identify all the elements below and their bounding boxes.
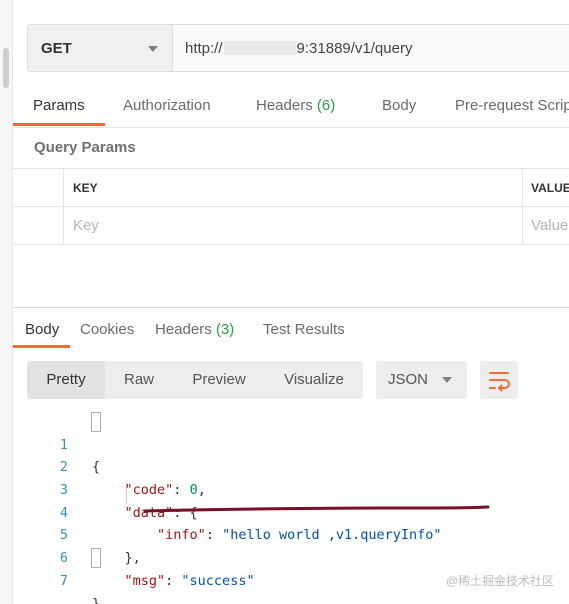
code-line: 1 {: [13, 411, 569, 475]
tab-params[interactable]: Params: [33, 86, 85, 126]
table-header-row: KEY VALUE: [13, 169, 569, 207]
value-placeholder: Value: [531, 217, 569, 234]
code-line: 6 "msg": "success": [13, 524, 569, 589]
tab-body[interactable]: Body: [382, 86, 416, 126]
value-header-label: VALUE: [531, 180, 569, 195]
tab-authorization[interactable]: Authorization: [123, 86, 211, 126]
response-body-viewer[interactable]: 1 { 2 "code": 0, 3 "data": { 4 "info": "…: [13, 411, 569, 604]
query-params-title: Query Params: [34, 139, 136, 156]
key-column-header: KEY: [64, 169, 523, 206]
tab-response-body[interactable]: Body: [25, 310, 59, 350]
code-text: }: [92, 593, 100, 604]
request-tabs: Params Authorization Headers (6) Body Pr…: [13, 86, 569, 128]
active-response-tab-indicator: [13, 345, 70, 348]
close-brace: }: [92, 595, 101, 604]
response-tabs: Body Cookies Headers (3) Test Results: [13, 310, 569, 348]
format-select[interactable]: JSON: [376, 361, 467, 399]
msg-key: "msg": [124, 572, 166, 589]
bracket-match-highlight: [91, 548, 101, 569]
method-select[interactable]: GET: [28, 25, 173, 71]
header-checkbox-cell: [13, 169, 64, 206]
tab-params-label: Params: [33, 97, 85, 114]
wrap-lines-button[interactable]: [480, 361, 518, 399]
raw-button[interactable]: Raw: [109, 361, 169, 399]
wrap-lines-icon: [489, 372, 510, 392]
tab-test-results[interactable]: Test Results: [263, 310, 345, 350]
active-tab-indicator: [13, 123, 105, 126]
pretty-button[interactable]: Pretty: [27, 361, 105, 399]
pane-divider[interactable]: [13, 307, 569, 308]
params-table: KEY VALUE Key Value: [13, 168, 569, 245]
tab-cookies-label: Cookies: [80, 321, 135, 338]
visualize-button[interactable]: Visualize: [271, 361, 357, 399]
value-input[interactable]: Value: [523, 207, 569, 244]
tab-pre-request-label: Pre-request Scrip: [455, 97, 569, 114]
tab-response-body-label: Body: [25, 321, 60, 338]
watermark: @稀土掘金技术社区: [445, 574, 554, 588]
tab-test-results-label: Test Results: [263, 321, 345, 338]
tab-body-label: Body: [382, 97, 417, 114]
tab-cookies[interactable]: Cookies: [80, 310, 134, 350]
format-label: JSON: [388, 371, 429, 388]
method-label: GET: [41, 39, 72, 57]
bracket-match-highlight: [91, 412, 101, 432]
tab-headers[interactable]: Headers (6): [256, 86, 335, 126]
request-bar: GET http:// 9:31889/v1/query: [27, 24, 569, 72]
url-prefix: http://: [185, 39, 223, 57]
url-input[interactable]: http:// 9:31889/v1/query: [173, 25, 569, 71]
chevron-down-icon: [442, 377, 452, 383]
code-line: 3 "data": {: [13, 456, 569, 521]
code-line: 7 }: [13, 547, 569, 604]
redacted-host: [223, 41, 296, 55]
tab-response-headers[interactable]: Headers (3): [155, 310, 234, 350]
tab-headers-label: Headers: [256, 97, 313, 114]
code-line: 2 "code": 0,: [13, 434, 569, 498]
preview-button[interactable]: Preview: [177, 361, 261, 399]
view-mode-group: Pretty Raw Preview Visualize: [27, 361, 363, 399]
scroll-thumb[interactable]: [3, 48, 9, 88]
code-line: 4 "info": "hello world ,v1.queryInfo": [13, 479, 569, 544]
tab-response-headers-label: Headers: [155, 321, 212, 338]
table-row: Key Value: [13, 207, 569, 245]
code-line: 5 },: [13, 502, 569, 566]
key-placeholder: Key: [73, 217, 99, 234]
line-number: 7: [59, 572, 68, 589]
key-input[interactable]: Key: [64, 207, 523, 244]
headers-count: (6): [316, 97, 336, 114]
chevron-down-icon: [148, 46, 158, 52]
url-suffix: 9:31889/v1/query: [296, 39, 413, 57]
value-column-header: VALUE: [523, 169, 569, 206]
code-text: "msg": "success": [124, 572, 255, 589]
tab-pre-request-script[interactable]: Pre-request Scrip: [455, 86, 569, 126]
left-scroll-track[interactable]: [0, 0, 13, 604]
key-header-label: KEY: [73, 180, 98, 195]
tab-authorization-label: Authorization: [123, 97, 211, 114]
msg-value: "success": [181, 572, 255, 589]
row-checkbox-cell[interactable]: [13, 207, 64, 244]
response-headers-count: (3): [215, 321, 235, 338]
